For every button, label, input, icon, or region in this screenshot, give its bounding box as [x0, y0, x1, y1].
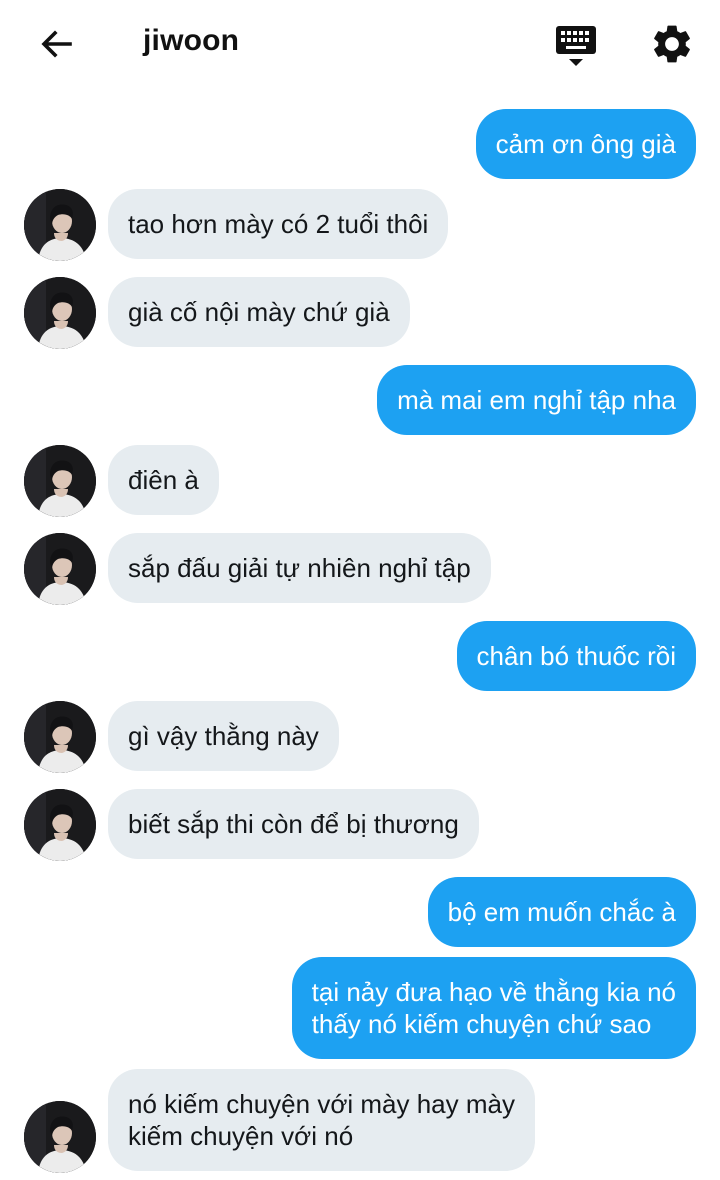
- outgoing-message[interactable]: chân bó thuốc rồi: [456, 621, 696, 691]
- avatar[interactable]: [24, 789, 96, 861]
- incoming-message[interactable]: gì vậy thằng này: [108, 701, 339, 771]
- incoming-message[interactable]: già cố nội mày chứ già: [108, 277, 410, 347]
- outgoing-message[interactable]: mà mai em nghỉ tập nha: [377, 365, 696, 435]
- incoming-message[interactable]: điên à: [108, 445, 219, 515]
- message-line: tại nảy đưa hạo về thằng kia nó: [311, 977, 676, 1007]
- incoming-message[interactable]: tao hơn mày có 2 tuổi thôi: [108, 189, 449, 259]
- message-line: thấy nó kiếm chuyện chứ sao: [311, 1009, 652, 1039]
- avatar[interactable]: [24, 189, 96, 261]
- avatar[interactable]: [24, 277, 96, 349]
- avatar[interactable]: [24, 701, 96, 773]
- incoming-message[interactable]: biết sắp thi còn để bị thương: [108, 789, 479, 859]
- avatar[interactable]: [24, 445, 96, 517]
- avatar[interactable]: [24, 1101, 96, 1173]
- avatar[interactable]: [24, 533, 96, 605]
- message-line: kiếm chuyện với nó: [128, 1121, 354, 1151]
- message-line: nó kiếm chuyện với mày hay mày: [128, 1089, 515, 1119]
- outgoing-message[interactable]: cảm ơn ông già: [475, 109, 696, 179]
- incoming-message[interactable]: sắp đấu giải tự nhiên nghỉ tập: [108, 533, 491, 603]
- outgoing-message[interactable]: bộ em muốn chắc à: [427, 877, 696, 947]
- incoming-message[interactable]: nó kiếm chuyện với mày hay mày kiếm chuy…: [108, 1069, 535, 1171]
- outgoing-message[interactable]: tại nảy đưa hạo về thằng kia nó thấy nó …: [291, 957, 696, 1059]
- message-thread: cảm ơn ông già tao hơn mày có 2 tuổi thô…: [0, 0, 720, 1180]
